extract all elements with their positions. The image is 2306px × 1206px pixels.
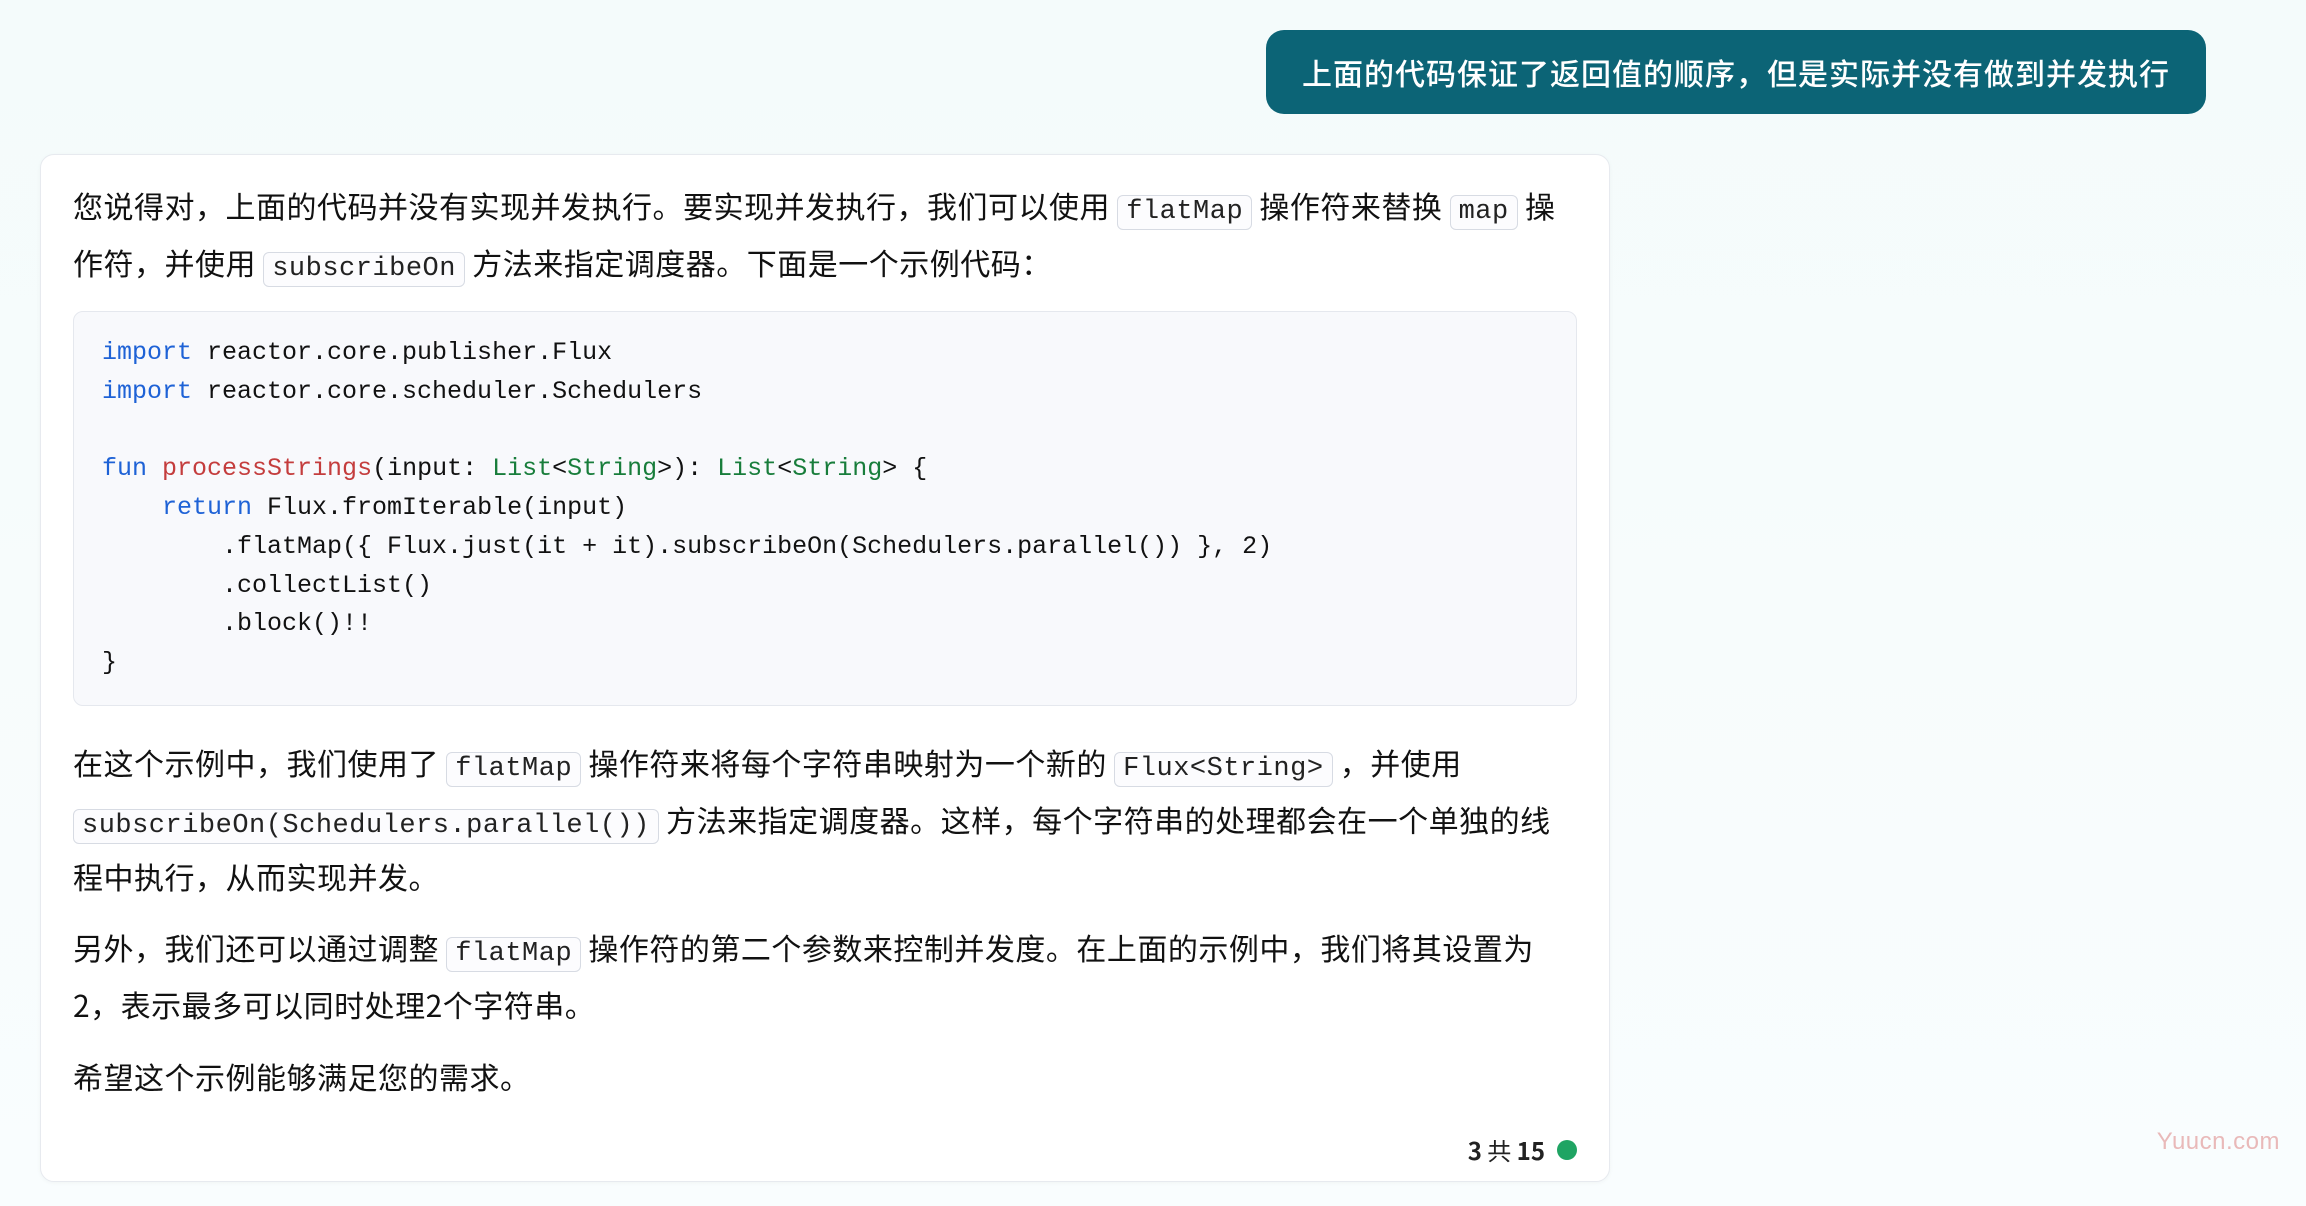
inline-code-flatmap: flatMap [1117, 195, 1252, 230]
status-counter: 3 共 15 [1468, 1132, 1545, 1167]
user-message-bubble[interactable]: 上面的代码保证了返回值的顺序，但是实际并没有做到并发执行 [1266, 30, 2206, 114]
text: 方法来指定调度器。下面是一个示例代码： [465, 240, 1052, 284]
inline-code-subscribe-parallel: subscribeOn(Schedulers.parallel()) [73, 809, 659, 844]
inline-code-flatmap: flatMap [446, 752, 581, 787]
status-row: 3 共 15 [73, 1121, 1577, 1167]
code-content: import reactor.core.publisher.Flux impor… [102, 334, 1548, 683]
code-block[interactable]: import reactor.core.publisher.Flux impor… [73, 311, 1577, 706]
online-status-dot-icon [1557, 1140, 1577, 1160]
text: 在这个示例中，我们使用了 [73, 740, 446, 784]
user-message-row: 上面的代码保证了返回值的顺序，但是实际并没有做到并发执行 [40, 30, 2266, 114]
assistant-response-card: 您说得对，上面的代码并没有实现并发执行。要实现并发执行，我们可以使用 flatM… [40, 154, 1610, 1182]
assistant-paragraph-2: 在这个示例中，我们使用了 flatMap 操作符来将每个字符串映射为一个新的 F… [73, 736, 1577, 903]
inline-code-map: map [1450, 195, 1518, 230]
inline-code-flux-string: Flux<String> [1114, 752, 1332, 787]
status-sep: 共 [1482, 1132, 1517, 1167]
inline-code-subscribeon: subscribeOn [263, 252, 465, 287]
text: 您说得对，上面的代码并没有实现并发执行。要实现并发执行，我们可以使用 [73, 183, 1117, 227]
status-total: 15 [1517, 1132, 1545, 1167]
watermark: Yuucn.com [2157, 1128, 2280, 1156]
text: ，并使用 [1333, 740, 1462, 784]
inline-code-flatmap: flatMap [446, 937, 581, 972]
assistant-paragraph-3: 另外，我们还可以通过调整 flatMap 操作符的第二个参数来控制并发度。在上面… [73, 921, 1577, 1031]
assistant-paragraph-4: 希望这个示例能够满足您的需求。 [73, 1050, 1577, 1103]
text: 操作符来将每个字符串映射为一个新的 [581, 740, 1114, 784]
assistant-paragraph-1: 您说得对，上面的代码并没有实现并发执行。要实现并发执行，我们可以使用 flatM… [73, 179, 1577, 293]
text: 操作符来替换 [1252, 183, 1449, 227]
text: 另外，我们还可以通过调整 [73, 925, 446, 969]
status-current: 3 [1468, 1132, 1482, 1167]
